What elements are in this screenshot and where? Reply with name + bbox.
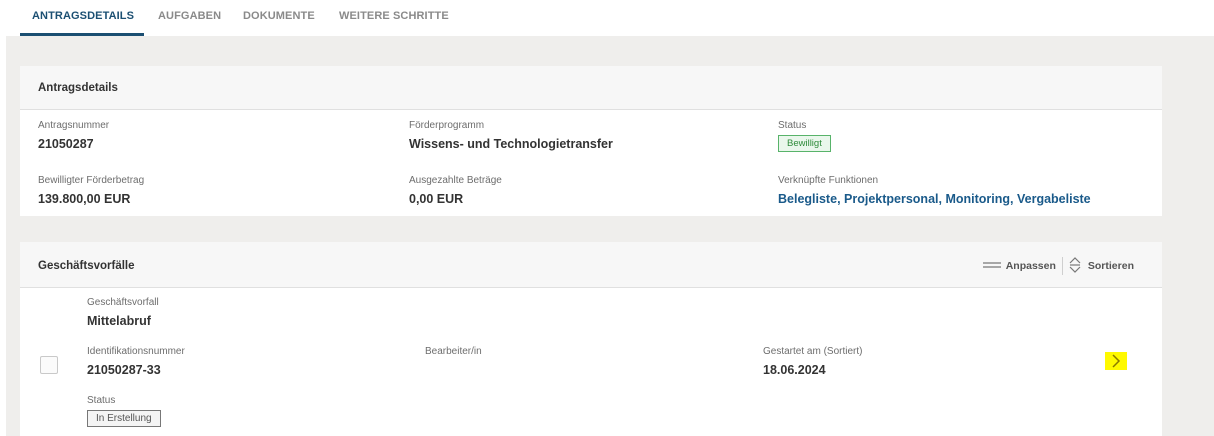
ausgezahlt-label: Ausgezahlte Beträge [409, 175, 502, 186]
foerderbetrag-value: 139.800,00 EUR [38, 192, 131, 206]
status-badge: Bewilligt [778, 135, 831, 152]
antragsnummer-label: Antragsnummer [38, 120, 110, 131]
sortieren-button[interactable]: Sortieren [1069, 256, 1134, 276]
funktionen-label: Verknüpfte Funktionen [778, 175, 879, 186]
antragsdetails-header: Antragsdetails [20, 66, 1162, 110]
geschaeftsvorfaelle-title: Geschäftsvorfälle [38, 260, 135, 272]
anpassen-label: Anpassen [1005, 260, 1056, 272]
tab-dokumente[interactable]: DOKUMENTE [243, 10, 315, 36]
bearbeiter-label: Bearbeiter/in [425, 346, 482, 357]
antragsnummer-value: 21050287 [38, 137, 94, 151]
link-monitoring[interactable]: Monitoring [945, 192, 1010, 206]
chevron-right-icon [1111, 354, 1121, 373]
foerderprogramm-value: Wissens- und Technologietransfer [409, 137, 613, 151]
open-item-button[interactable] [1105, 352, 1127, 370]
geschaeftsvorfaelle-card: Geschäftsvorfälle Anpassen Sortieren Ges… [20, 242, 1162, 436]
anpassen-button[interactable]: Anpassen [982, 260, 1056, 272]
foerderbetrag-label: Bewilligter Förderbetrag [38, 175, 145, 186]
geschaeftsvorfaelle-header: Geschäftsvorfälle Anpassen Sortieren [20, 242, 1162, 288]
gestartet-label: Gestartet am (Sortiert) [763, 346, 863, 357]
gestartet-value: 18.06.2024 [763, 363, 826, 377]
id-value: 21050287-33 [87, 363, 161, 377]
action-divider [1061, 257, 1063, 275]
link-belegliste[interactable]: Belegliste [778, 192, 837, 206]
tab-bar: ANTRAGSDETAILS AUFGABEN DOKUMENTE WEITER… [0, 0, 1214, 36]
list-actions: Anpassen Sortieren [982, 256, 1134, 276]
link-projektpersonal[interactable]: Projektpersonal [844, 192, 938, 206]
antragsdetails-card: Antragsdetails Antragsnummer 21050287 Fö… [20, 66, 1162, 216]
antragsdetails-title: Antragsdetails [38, 82, 118, 94]
link-vergabeliste[interactable]: Vergabeliste [1017, 192, 1091, 206]
foerderprogramm-label: Förderprogramm [409, 120, 485, 131]
equals-icon [982, 260, 1001, 272]
id-label: Identifikationsnummer [87, 346, 185, 357]
tab-weitere-schritte[interactable]: WEITERE SCHRITTE [339, 10, 449, 36]
vorfall-label: Geschäftsvorfall [87, 297, 159, 308]
item-status-label: Status [87, 395, 116, 406]
tab-aufgaben[interactable]: AUFGABEN [158, 10, 221, 36]
status-label: Status [778, 120, 807, 131]
vorfall-value: Mittelabruf [87, 314, 151, 328]
item-status-badge: In Erstellung [87, 410, 161, 427]
sortieren-label: Sortieren [1087, 260, 1134, 272]
sort-icon [1069, 256, 1081, 276]
ausgezahlt-value: 0,00 EUR [409, 192, 464, 206]
row-select-checkbox[interactable] [40, 356, 58, 374]
funktionen-links: Belegliste, Projektpersonal, Monitoring,… [778, 192, 1091, 206]
